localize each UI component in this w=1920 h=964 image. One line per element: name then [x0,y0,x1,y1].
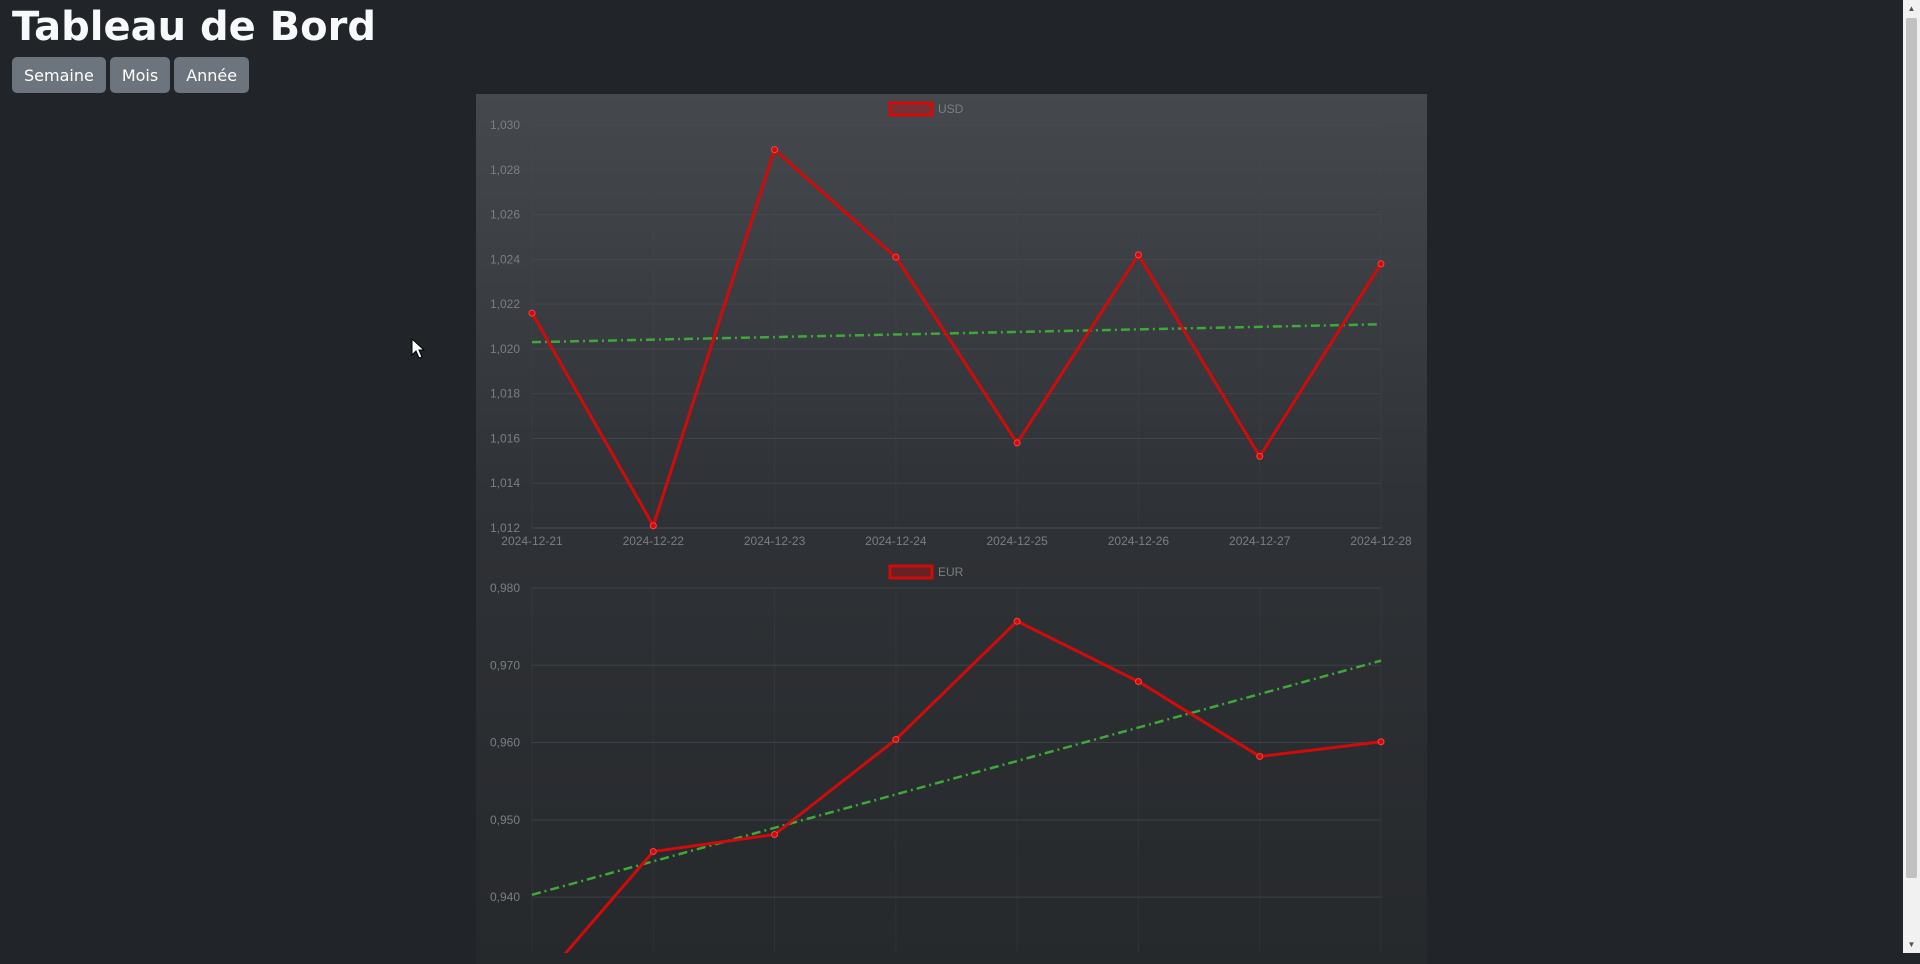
x-tick-label: 2024-12-28 [1350,534,1412,548]
y-tick-label: 1,012 [490,521,520,535]
data-point [1134,251,1142,259]
trend-line [531,323,1382,344]
y-tick-label: 1,028 [490,163,520,177]
data-point [1013,439,1021,447]
x-tick-label: 2024-12-26 [1108,534,1170,548]
y-tick-label: 1,022 [490,297,520,311]
scroll-thumb[interactable] [1906,18,1917,878]
week-button[interactable]: Semaine [12,57,106,93]
x-tick-label: 2024-12-24 [865,534,927,548]
data-point [1377,260,1385,268]
data-point [1377,738,1385,746]
page-scrollbar[interactable]: ▲ ▼ [1903,0,1920,953]
scroll-up-icon[interactable]: ▲ [1903,0,1920,17]
y-tick-label: 0,980 [490,581,520,595]
month-button[interactable]: Mois [109,57,171,93]
y-tick-label: 1,016 [490,431,520,445]
trend-line [531,659,1382,896]
y-tick-label: 0,940 [490,890,520,904]
mouse-cursor-icon [411,338,425,359]
exchange-rate-charts: 1,030 1,028 1,026 1,024 1,022 1,020 1,018 1,016… [490,101,1412,964]
y-tick-label: 1,030 [490,118,520,132]
y-tick-label: 1,020 [490,342,520,356]
y-tick-label: 1,024 [490,252,520,266]
data-point [649,848,657,855]
x-tick-label: 2024-12-27 [1229,534,1291,548]
data-point [1256,752,1264,760]
charts-panel: 1,030 1,028 1,026 1,024 1,022 1,020 1,018 1,016… [476,94,1427,964]
data-point [1013,617,1021,625]
series-line-usd [530,146,1383,530]
legend-label: EUR [938,565,964,579]
legend-swatch [888,101,934,117]
y-tick-label: 1,014 [490,476,520,490]
series-line-eur [554,619,1382,964]
scroll-down-icon[interactable]: ▼ [1903,936,1920,953]
data-point [771,831,779,838]
year-button[interactable]: Année [174,57,250,93]
x-tick-label: 2024-12-21 [501,534,563,548]
legend-label: USD [938,102,964,116]
x-tick-label: 2024-12-22 [623,534,685,548]
x-tick-label: 2024-12-25 [986,534,1048,548]
data-point [892,253,900,261]
data-point [649,522,657,530]
data-point [1134,678,1142,685]
x-tick-label: 2024-12-23 [744,534,806,548]
data-point [771,146,779,154]
data-point [528,309,536,317]
data-point [892,735,900,743]
y-tick-label: 0,960 [490,736,520,750]
y-tick-label: 0,950 [490,813,520,827]
legend-swatch [888,564,934,580]
y-tick-label: 1,026 [490,208,520,222]
y-tick-label: 1,018 [490,387,520,401]
period-selector: Semaine Mois Année [12,57,250,93]
data-point [1256,452,1264,460]
page-title: Tableau de Bord [12,4,377,50]
y-tick-label: 0,970 [490,658,520,672]
